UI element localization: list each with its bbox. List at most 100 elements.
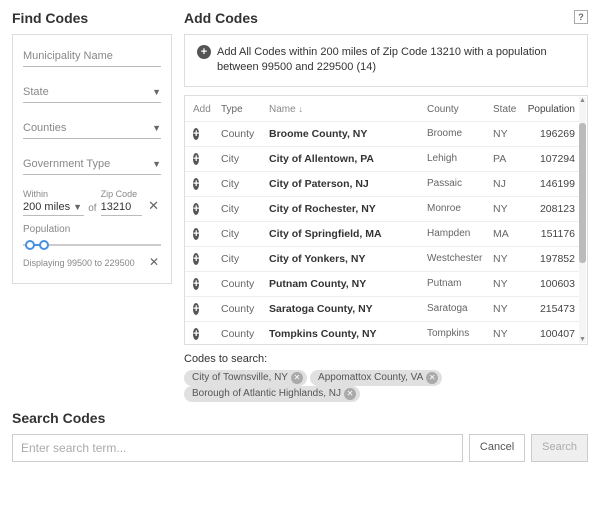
col-population[interactable]: Population: [523, 104, 575, 115]
row-state: PA: [493, 153, 523, 165]
row-name[interactable]: City of Rochester, NY: [269, 203, 427, 215]
remove-chip-icon[interactable]: ✕: [291, 372, 303, 384]
row-name[interactable]: City of Yonkers, NY: [269, 253, 427, 265]
table-row: +CityCity of Allentown, PALehighPA107294: [185, 146, 579, 171]
row-type: City: [221, 203, 269, 215]
add-row-button[interactable]: +: [193, 178, 199, 190]
add-row-button[interactable]: +: [193, 253, 199, 265]
row-name[interactable]: Saratoga County, NY: [269, 303, 427, 315]
row-population: 151176: [523, 228, 575, 240]
find-codes-title: Find Codes: [12, 10, 172, 26]
remove-chip-icon[interactable]: ✕: [426, 372, 438, 384]
slider-thumb-max[interactable]: [39, 240, 49, 250]
state-dropdown[interactable]: State ▼: [23, 81, 161, 103]
cancel-button[interactable]: Cancel: [469, 434, 525, 462]
municipality-field[interactable]: Municipality Name: [23, 45, 161, 67]
row-county: Westchester: [427, 253, 493, 264]
zip-label: Zip Code: [101, 189, 143, 199]
slider-thumb-min[interactable]: [25, 240, 35, 250]
add-row-button[interactable]: +: [193, 228, 199, 240]
row-name[interactable]: Tompkins County, NY: [269, 328, 427, 340]
state-placeholder: State: [23, 86, 152, 98]
add-row-button[interactable]: +: [193, 328, 199, 340]
row-name[interactable]: City of Springfield, MA: [269, 228, 427, 240]
col-county[interactable]: County: [427, 104, 493, 115]
row-population: 107294: [523, 153, 575, 165]
row-type: County: [221, 128, 269, 140]
add-all-button[interactable]: +: [197, 45, 211, 59]
chevron-down-icon: ▼: [152, 159, 161, 169]
scrollbar[interactable]: ▲ ▼: [579, 97, 586, 343]
row-state: NY: [493, 303, 523, 315]
row-name[interactable]: City of Paterson, NJ: [269, 178, 427, 190]
chip-label: Appomattox County, VA: [318, 372, 423, 383]
clear-distance-icon[interactable]: ✕: [146, 198, 161, 216]
table-header: Add Type Name ↓ County State Population: [185, 96, 579, 121]
search-input[interactable]: Enter search term...: [12, 434, 463, 462]
help-icon[interactable]: ?: [574, 10, 588, 24]
row-population: 100407: [523, 328, 575, 340]
sort-asc-icon: ↓: [298, 104, 303, 114]
code-chip: City of Townsville, NY ✕: [184, 370, 307, 386]
chip-label: Borough of Atlantic Highlands, NJ: [192, 388, 341, 399]
search-codes-title: Search Codes: [12, 410, 588, 426]
table-row: +CountyBroome County, NYBroomeNY196269: [185, 121, 579, 146]
govtype-placeholder: Government Type: [23, 158, 152, 170]
row-population: 215473: [523, 303, 575, 315]
scroll-up-icon[interactable]: ▲: [579, 97, 586, 104]
add-row-button[interactable]: +: [193, 303, 199, 315]
row-type: County: [221, 278, 269, 290]
row-county: Passaic: [427, 178, 493, 189]
codes-to-search: Codes to search: City of Townsville, NY …: [184, 353, 588, 402]
counties-placeholder: Counties: [23, 122, 152, 134]
within-dropdown[interactable]: 200 miles ▼: [23, 199, 84, 216]
table-row: +CityCity of Rochester, NYMonroeNY208123: [185, 196, 579, 221]
add-all-row: + Add All Codes within 200 miles of Zip …: [184, 34, 588, 87]
row-type: City: [221, 178, 269, 190]
col-state[interactable]: State: [493, 104, 523, 115]
row-name[interactable]: Broome County, NY: [269, 128, 427, 140]
col-type[interactable]: Type: [221, 104, 269, 115]
scroll-down-icon[interactable]: ▼: [579, 336, 586, 343]
code-chip: Borough of Atlantic Highlands, NJ ✕: [184, 386, 360, 402]
row-county: Putnam: [427, 278, 493, 289]
row-type: City: [221, 228, 269, 240]
add-row-button[interactable]: +: [193, 128, 199, 140]
row-type: County: [221, 303, 269, 315]
row-name[interactable]: Putnam County, NY: [269, 278, 427, 290]
add-row-button[interactable]: +: [193, 153, 199, 165]
clear-population-icon[interactable]: ✕: [147, 255, 161, 271]
row-population: 208123: [523, 203, 575, 215]
scroll-thumb[interactable]: [579, 123, 586, 263]
chevron-down-icon: ▼: [152, 123, 161, 133]
govtype-dropdown[interactable]: Government Type ▼: [23, 153, 161, 175]
col-name[interactable]: Name ↓: [269, 104, 427, 115]
row-name[interactable]: City of Allentown, PA: [269, 153, 427, 165]
row-state: NJ: [493, 178, 523, 190]
zip-input[interactable]: 13210: [101, 199, 143, 216]
table-row: +CountyPutnam County, NYPutnamNY100603: [185, 271, 579, 296]
remove-chip-icon[interactable]: ✕: [344, 388, 356, 400]
row-county: Tompkins: [427, 328, 493, 339]
counties-dropdown[interactable]: Counties ▼: [23, 117, 161, 139]
add-row-button[interactable]: +: [193, 203, 199, 215]
chip-label: City of Townsville, NY: [192, 372, 288, 383]
codes-label: Codes to search:: [184, 353, 267, 365]
row-type: City: [221, 253, 269, 265]
row-type: County: [221, 328, 269, 340]
row-state: NY: [493, 278, 523, 290]
table-row: +CityCity of Paterson, NJPassaicNJ146199: [185, 171, 579, 196]
row-state: NY: [493, 328, 523, 340]
table-row: + CityCity of Yonkers, NYWestchesterNY197…: [185, 246, 579, 271]
search-button[interactable]: Search: [531, 434, 588, 462]
find-codes-panel: Municipality Name State ▼ Counties ▼ Gov…: [12, 34, 172, 284]
row-county: Lehigh: [427, 153, 493, 164]
table-row: +CountySaratoga County, NYSaratogaNY2154…: [185, 296, 579, 321]
population-slider[interactable]: [23, 239, 161, 251]
row-population: 196269: [523, 128, 575, 140]
code-chip: Appomattox County, VA ✕: [310, 370, 442, 386]
row-population: 197852: [523, 253, 575, 265]
row-state: NY: [493, 253, 523, 265]
add-row-button[interactable]: +: [193, 278, 199, 290]
add-all-text: Add All Codes within 200 miles of Zip Co…: [217, 45, 575, 76]
